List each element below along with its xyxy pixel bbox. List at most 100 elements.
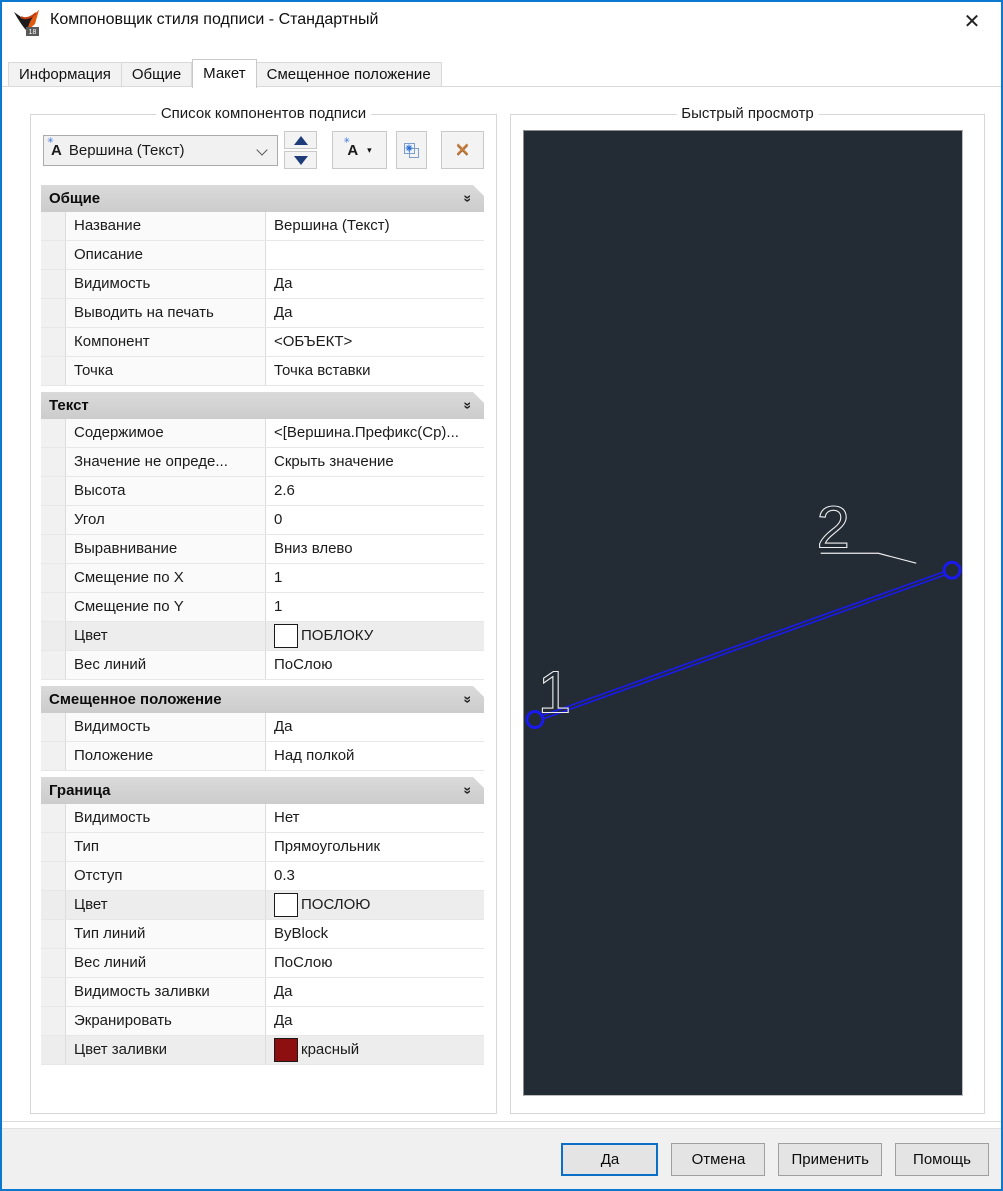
section-header[interactable]: Текст » [41,392,484,419]
property-value[interactable]: <ОБЪЕКТ> [266,328,484,356]
value-text: Вершина (Текст) [274,217,390,234]
property-row: Название Вершина (Текст) [41,212,484,241]
value-text: Да [274,1012,293,1029]
section-header[interactable]: Общие » [41,185,484,212]
app-logo-icon: 18 [12,7,42,37]
tab-layout[interactable]: Макет [192,59,257,88]
property-value[interactable]: 0.3 [266,862,484,890]
property-value[interactable]: Вершина (Текст) [266,212,484,240]
property-value[interactable]: ПоСлою [266,949,484,977]
value-text: ПОБЛОКУ [301,627,374,644]
row-gutter [41,742,66,770]
property-value[interactable]: ПОБЛОКУ [266,622,484,650]
property-label: Видимость [66,713,266,741]
row-gutter [41,1007,66,1035]
preview-canvas: 1 2 [523,130,963,1096]
tab-information[interactable]: Информация [8,62,122,87]
property-label: Отступ [66,862,266,890]
property-value[interactable]: красный [266,1036,484,1064]
property-value[interactable]: Скрыть значение [266,448,484,476]
triangle-down-icon [293,155,308,165]
property-label: Видимость [66,270,266,298]
row-gutter [41,920,66,948]
vertex-2-label: 2 [817,493,850,560]
copy-component-button[interactable] [396,131,427,169]
property-value[interactable]: Да [266,978,484,1006]
property-label: Выводить на печать [66,299,266,327]
value-text: Да [274,304,293,321]
section-header[interactable]: Смещенное положение » [41,686,484,713]
component-list-group-title: Список компонентов подписи [155,105,372,122]
property-value[interactable]: Да [266,1007,484,1035]
property-value[interactable]: Вниз влево [266,535,484,563]
property-row: Видимость Нет [41,804,484,833]
cancel-button[interactable]: Отмена [671,1142,766,1176]
copy-icon [404,142,419,158]
move-down-button[interactable] [284,151,317,169]
property-value[interactable]: Да [266,713,484,741]
vertex-2-marker [942,560,962,580]
row-gutter [41,477,66,505]
row-gutter [41,241,66,269]
value-text: Да [274,983,293,1000]
tab-general[interactable]: Общие [121,62,193,87]
property-label: Тип [66,833,266,861]
apply-button[interactable]: Применить [778,1142,882,1176]
property-value[interactable]: 2.6 [266,477,484,505]
footer-button-bar: Да Отмена Применить Помощь [0,1128,1003,1189]
property-value[interactable]: 1 [266,564,484,592]
delete-component-button[interactable]: ✕ [441,131,484,169]
property-row: Описание [41,241,484,270]
value-text: 1 [274,598,283,615]
value-text: красный [301,1041,360,1058]
row-gutter [41,651,66,679]
yes-button[interactable]: Да [561,1142,659,1176]
section-title: Граница [49,782,111,799]
property-value[interactable]: ПОСЛОЮ [266,891,484,919]
property-value[interactable]: ByBlock [266,920,484,948]
property-value[interactable]: Над полкой [266,742,484,770]
row-gutter [41,299,66,327]
property-value[interactable]: ПоСлою [266,651,484,679]
property-value[interactable] [266,241,484,269]
property-label: Описание [66,241,266,269]
tab-dragged-state[interactable]: Смещенное положение [256,62,442,87]
property-row: Угол 0 [41,506,484,535]
row-gutter [41,328,66,356]
property-value[interactable]: Да [266,299,484,327]
text-component-icon: ✳ A [343,136,358,159]
color-swatch[interactable] [274,893,298,917]
color-swatch[interactable] [274,624,298,648]
property-label: Цвет [66,891,266,919]
tab-page-layout: Список компонентов подписи ✳ A Вершина (Т… [0,86,1003,1122]
property-value[interactable]: 0 [266,506,484,534]
move-up-button[interactable] [284,131,317,149]
property-value[interactable]: Нет [266,804,484,832]
property-value[interactable]: Да [266,270,484,298]
chevron-down-icon [256,144,268,156]
value-text: Точка вставки [274,362,371,379]
component-combobox[interactable]: ✳ A Вершина (Текст) [43,135,278,166]
preview-group-title: Быстрый просмотр [676,105,819,122]
add-text-component-button[interactable]: ✳ A ▾ [332,131,387,169]
window-title: Компоновщик стиля подписи - Стандартный [50,11,379,28]
property-row: Цвет заливки красный [41,1036,484,1065]
help-button[interactable]: Помощь [895,1142,989,1176]
property-value[interactable]: Точка вставки [266,357,484,385]
property-value[interactable]: 1 [266,593,484,621]
close-button[interactable]: ✕ [949,4,995,40]
collapse-chevron-icon: » [460,401,477,410]
property-value[interactable]: <[Вершина.Префикс(Ср)... [266,419,484,447]
property-row: Цвет ПОБЛОКУ [41,622,484,651]
value-text: ПоСлою [274,954,333,971]
row-gutter [41,448,66,476]
property-value[interactable]: Прямоугольник [266,833,484,861]
color-swatch[interactable] [274,1038,298,1062]
property-section: Граница » Видимость Нет Тип Прямоугольник Отст… [41,777,484,1065]
property-row: Выравнивание Вниз влево [41,535,484,564]
value-text: Нет [274,809,300,826]
section-header[interactable]: Граница » [41,777,484,804]
property-row: Вес линий ПоСлою [41,949,484,978]
value-text: Прямоугольник [274,838,381,855]
property-label: Содержимое [66,419,266,447]
